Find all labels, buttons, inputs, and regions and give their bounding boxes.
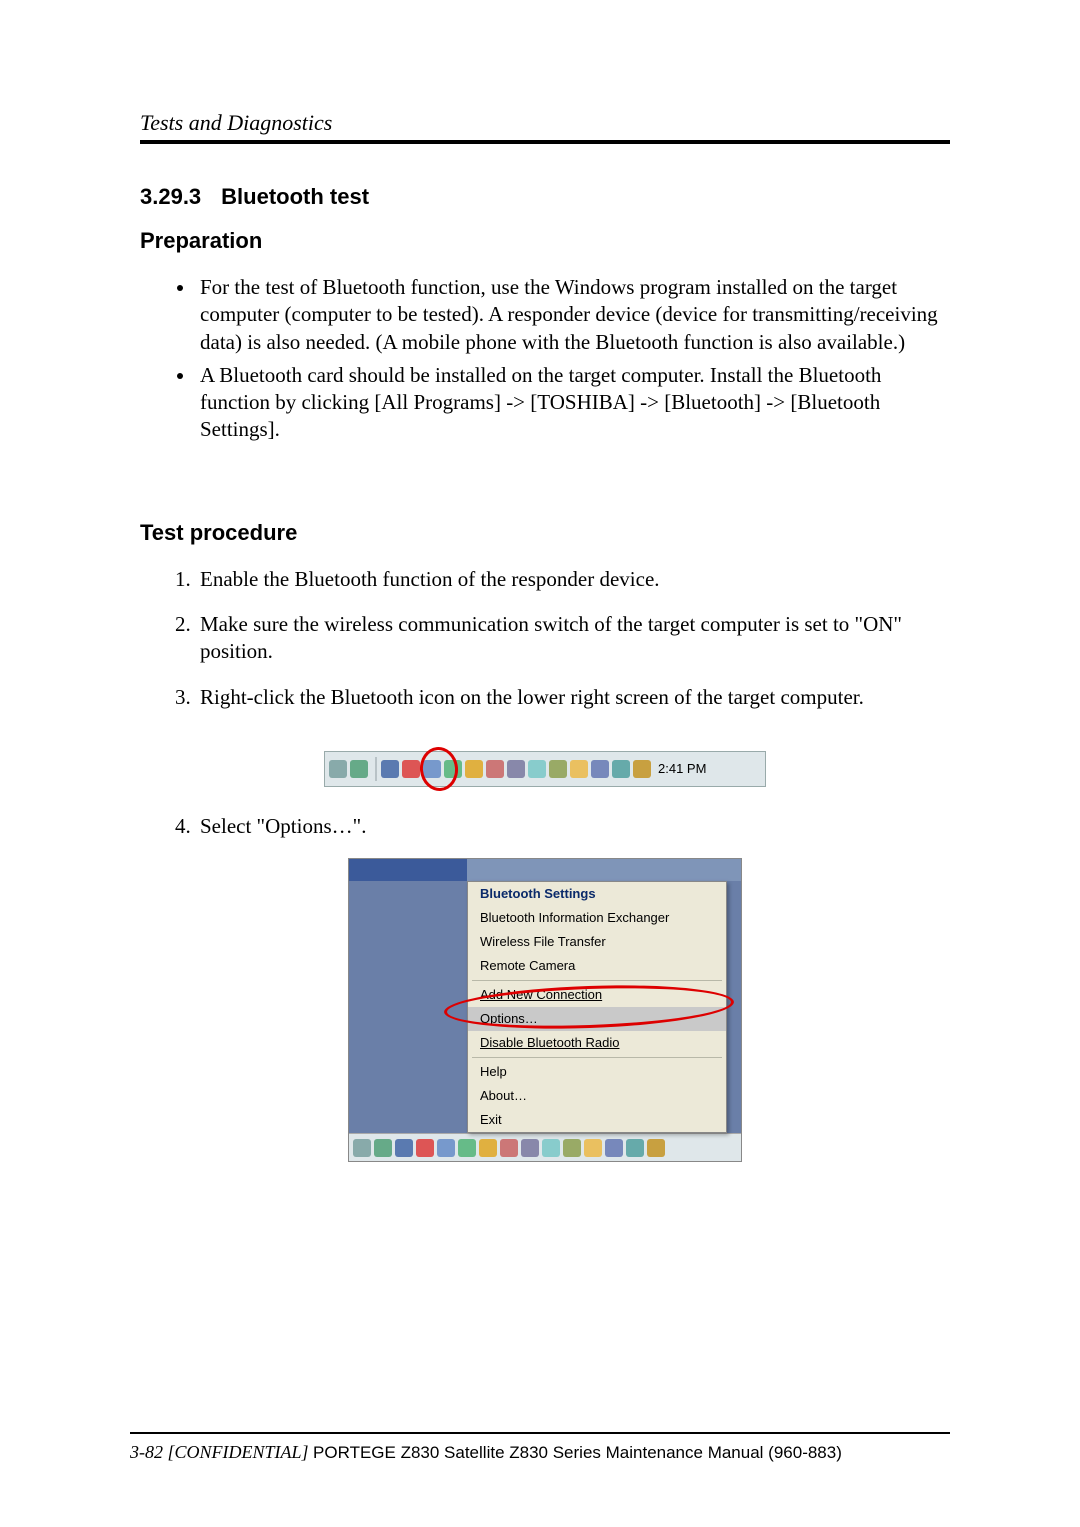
menu-separator (472, 980, 722, 981)
document-page: Tests and Diagnostics 3.29.3 Bluetooth te… (0, 0, 1080, 1527)
list-item: Right-click the Bluetooth icon on the lo… (196, 684, 950, 711)
preparation-list: For the test of Bluetooth function, use … (140, 274, 950, 444)
manual-title-text: PORTEGE Z830 Satellite Z830 Series Maint… (313, 1443, 842, 1462)
menu-item-about[interactable]: About… (468, 1084, 726, 1108)
tablet-icon (350, 760, 368, 778)
bluetooth-icon[interactable] (416, 1139, 434, 1157)
page-footer: 3-82 [CONFIDENTIAL] PORTEGE Z830 Satelli… (130, 1432, 950, 1463)
tablet-icon (374, 1139, 392, 1157)
fn-icon (605, 1139, 623, 1157)
folder-icon (584, 1139, 602, 1157)
display-icon (542, 1139, 560, 1157)
bluetooth-icon[interactable] (402, 760, 420, 778)
window-titlebar (349, 859, 741, 881)
net-icon (521, 1139, 539, 1157)
updates-icon (633, 760, 651, 778)
procedure-list: Enable the Bluetooth function of the res… (140, 566, 950, 711)
page-number: 3-82 (130, 1442, 163, 1462)
pen-icon (329, 760, 347, 778)
vol3-icon (486, 760, 504, 778)
folder-icon (570, 760, 588, 778)
confidential-label: [CONFIDENTIAL] (168, 1442, 309, 1462)
tray-separator (375, 757, 377, 781)
menu-item-remote-camera[interactable]: Remote Camera (468, 954, 726, 978)
list-item: Enable the Bluetooth function of the res… (196, 566, 950, 593)
taskbar-clock: 2:41 PM (658, 761, 706, 776)
menu-item-bluetooth-settings[interactable]: Bluetooth Settings (468, 882, 726, 906)
list-item: Select "Options…". (196, 813, 950, 840)
procedure-heading: Test procedure (140, 520, 950, 546)
shield-icon (437, 1139, 455, 1157)
figure-taskbar (349, 1133, 741, 1161)
vol2-icon (465, 760, 483, 778)
procedure-list-cont: Select "Options…". (140, 813, 950, 840)
fn-icon (591, 760, 609, 778)
menu-separator (472, 1057, 722, 1058)
vol2-icon (479, 1139, 497, 1157)
taskbar-figure: 2:41 PM (324, 751, 766, 787)
list-item: Make sure the wireless communication swi… (196, 611, 950, 666)
net-icon (507, 760, 525, 778)
footer-rule (130, 1432, 950, 1434)
menu-item-help[interactable]: Help (468, 1060, 726, 1084)
screen1-icon (395, 1139, 413, 1157)
menu-item-exit[interactable]: Exit (468, 1108, 726, 1132)
menu-item-wireless-file-transfer[interactable]: Wireless File Transfer (468, 930, 726, 954)
section-heading: 3.29.3 Bluetooth test (140, 184, 950, 210)
menu-item-info-exchanger[interactable]: Bluetooth Information Exchanger (468, 906, 726, 930)
bluetooth-context-menu: Bluetooth Settings Bluetooth Information… (467, 881, 727, 1133)
vol1-icon (458, 1139, 476, 1157)
list-item: A Bluetooth card should be installed on … (196, 362, 950, 444)
menu-item-disable-bluetooth-radio[interactable]: Disable Bluetooth Radio (468, 1031, 726, 1055)
screen1-icon (381, 760, 399, 778)
chip-icon (549, 760, 567, 778)
chip-icon (563, 1139, 581, 1157)
section-number: 3.29.3 (140, 184, 201, 209)
display-icon (528, 760, 546, 778)
section-title: Bluetooth test (221, 184, 369, 209)
vol3-icon (500, 1139, 518, 1157)
preparation-heading: Preparation (140, 228, 950, 254)
power-icon (626, 1139, 644, 1157)
header-rule (140, 140, 950, 144)
running-header: Tests and Diagnostics (140, 110, 950, 136)
updates-icon (647, 1139, 665, 1157)
list-item: For the test of Bluetooth function, use … (196, 274, 950, 356)
context-menu-figure: Bluetooth Settings Bluetooth Information… (348, 858, 742, 1162)
pen-icon (353, 1139, 371, 1157)
annotation-circle (418, 745, 460, 793)
power-icon (612, 760, 630, 778)
